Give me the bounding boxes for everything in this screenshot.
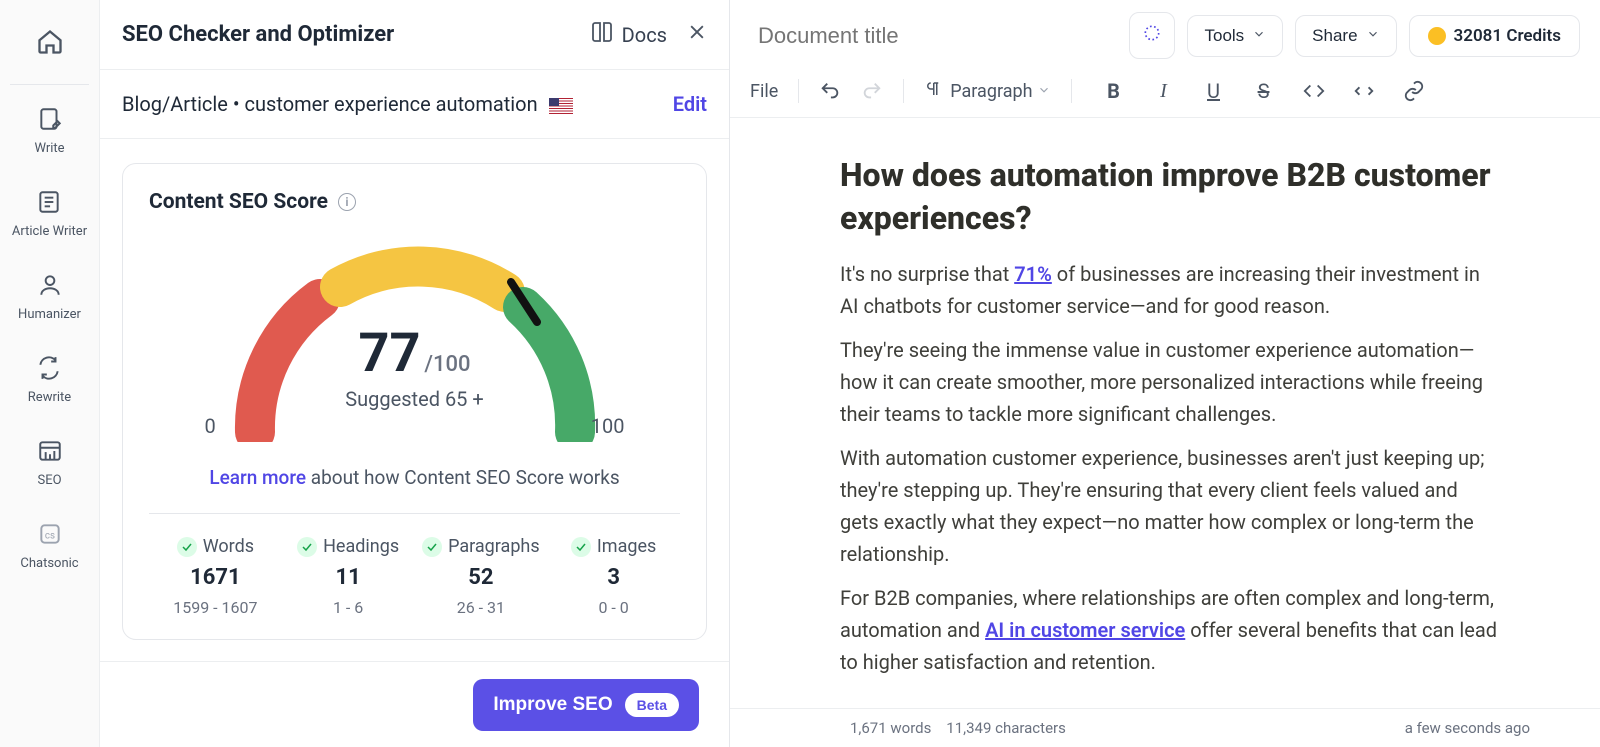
- sidebar-item-write[interactable]: Write: [34, 103, 66, 156]
- undo-button[interactable]: [819, 80, 841, 102]
- sidebar-divider: [10, 84, 89, 85]
- seo-panel: SEO Checker and Optimizer Docs Blog/Arti…: [100, 0, 730, 747]
- strike-button[interactable]: S: [1252, 79, 1276, 103]
- score-value: 77: [358, 322, 420, 385]
- write-icon: [34, 103, 66, 135]
- chatsonic-icon: cs: [34, 518, 66, 550]
- chevron-down-icon: [1037, 81, 1051, 102]
- stat-words: Words 1671 1599 - 1607: [149, 536, 282, 617]
- home-button[interactable]: [28, 20, 72, 64]
- credits-icon: [1428, 27, 1446, 45]
- link-71-percent[interactable]: 71%: [1014, 262, 1052, 286]
- sidebar-item-label: Write: [34, 141, 64, 156]
- seo-scroll[interactable]: Content SEO Score i 77 /100 Sugg: [100, 139, 729, 747]
- share-button[interactable]: Share: [1295, 15, 1396, 57]
- editor-header: Tools Share 32081 Credits: [730, 0, 1600, 71]
- codeblock-button[interactable]: [1352, 79, 1376, 103]
- close-icon[interactable]: [687, 22, 707, 48]
- code-button[interactable]: [1302, 79, 1326, 103]
- chevron-down-icon: [1366, 26, 1380, 46]
- check-icon: [422, 537, 442, 557]
- improve-bar: Improve SEO Beta: [100, 661, 729, 747]
- sidebar-item-label: Humanizer: [18, 307, 81, 322]
- link-ai-customer-service[interactable]: AI in customer service: [985, 618, 1185, 642]
- refresh-icon: [1142, 23, 1162, 48]
- doc-paragraph: They're seeing the immense value in cust…: [840, 334, 1500, 430]
- beta-badge: Beta: [625, 693, 679, 717]
- paragraph-icon: [924, 80, 942, 103]
- check-icon: [177, 537, 197, 557]
- doc-paragraph: With automation customer experience, bus…: [840, 442, 1500, 570]
- improve-seo-button[interactable]: Improve SEO Beta: [473, 679, 699, 731]
- char-count: 11,349 characters: [946, 719, 1066, 737]
- stat-headings: Headings 11 1 - 6: [282, 536, 415, 617]
- toolbar-divider: [798, 79, 799, 103]
- check-icon: [297, 537, 317, 557]
- learn-more-link[interactable]: Learn more: [209, 466, 306, 489]
- rewrite-icon: [33, 352, 65, 384]
- gauge-labels: 0 100: [205, 414, 625, 438]
- toolbar-divider: [1071, 79, 1072, 103]
- doc-paragraph: For B2B companies, where relationships a…: [840, 582, 1500, 678]
- editor-footer: 1,671 words 11,349 characters a few seco…: [730, 708, 1600, 747]
- flag-us-icon: [549, 98, 573, 114]
- book-icon: [590, 20, 614, 49]
- sidebar-item-rewrite[interactable]: Rewrite: [28, 352, 71, 405]
- score-suggested: Suggested 65 +: [345, 387, 483, 411]
- sidebar: Write Article Writer Humanizer Rewrite S…: [0, 0, 100, 747]
- block-type-select[interactable]: Paragraph: [924, 80, 1050, 103]
- doc-paragraph: It's no surprise that 71% of businesses …: [840, 258, 1500, 322]
- svg-text:cs: cs: [44, 530, 54, 541]
- stat-images: Images 3 0 - 0: [547, 536, 680, 617]
- sidebar-item-humanizer[interactable]: Humanizer: [18, 269, 81, 322]
- learn-more-line: Learn more about how Content SEO Score w…: [149, 466, 680, 489]
- editor-toolbar: File Paragraph B I U S: [730, 71, 1600, 118]
- document-title-input[interactable]: [750, 17, 1117, 55]
- gauge-center: 77 /100 Suggested 65 +: [345, 322, 483, 411]
- score-out-of: /100: [424, 352, 470, 377]
- stats-row: Words 1671 1599 - 1607 Headings 11 1 - 6…: [149, 513, 680, 639]
- editor-body[interactable]: How does automation improve B2B customer…: [730, 118, 1600, 708]
- file-menu[interactable]: File: [750, 81, 778, 102]
- edit-link[interactable]: Edit: [673, 92, 707, 116]
- humanizer-icon: [34, 269, 66, 301]
- underline-button[interactable]: U: [1202, 79, 1226, 103]
- context-bar: Blog/Article • customer experience autom…: [100, 70, 729, 139]
- gauge: 77 /100 Suggested 65 + 0 100: [149, 232, 680, 442]
- sidebar-item-label: SEO: [37, 473, 61, 488]
- redo-button[interactable]: [861, 80, 883, 102]
- docs-button[interactable]: Docs: [590, 20, 667, 49]
- article-icon: [33, 186, 65, 218]
- save-time: a few seconds ago: [1405, 719, 1530, 737]
- sidebar-item-chatsonic[interactable]: cs Chatsonic: [20, 518, 78, 571]
- seo-title: SEO Checker and Optimizer: [122, 22, 394, 47]
- word-count: 1,671 words: [850, 719, 931, 737]
- sidebar-item-label: Chatsonic: [20, 556, 78, 571]
- context-text: Blog/Article • customer experience autom…: [122, 92, 573, 116]
- score-card-title: Content SEO Score i: [149, 190, 680, 214]
- chevron-down-icon: [1252, 26, 1266, 46]
- sidebar-item-seo[interactable]: SEO: [34, 435, 66, 488]
- italic-button[interactable]: I: [1152, 79, 1176, 103]
- sidebar-item-label: Rewrite: [28, 390, 71, 405]
- toolbar-divider: [903, 79, 904, 103]
- doc-heading: How does automation improve B2B customer…: [840, 154, 1500, 240]
- sidebar-item-label: Article Writer: [12, 224, 87, 239]
- stat-paragraphs: Paragraphs 52 26 - 31: [415, 536, 548, 617]
- link-button[interactable]: [1402, 79, 1426, 103]
- seo-icon: [34, 435, 66, 467]
- tools-button[interactable]: Tools: [1187, 15, 1283, 57]
- score-card: Content SEO Score i 77 /100 Sugg: [122, 163, 707, 640]
- editor-panel: Tools Share 32081 Credits File Paragraph…: [730, 0, 1600, 747]
- check-icon: [571, 537, 591, 557]
- seo-header: SEO Checker and Optimizer Docs: [100, 0, 729, 70]
- info-icon[interactable]: i: [338, 193, 356, 211]
- gauge-min: 0: [205, 414, 216, 438]
- gauge-max: 100: [591, 414, 625, 438]
- sidebar-item-article-writer[interactable]: Article Writer: [12, 186, 87, 239]
- credits-badge[interactable]: 32081 Credits: [1409, 15, 1580, 57]
- refresh-button[interactable]: [1129, 12, 1175, 59]
- bold-button[interactable]: B: [1102, 79, 1126, 103]
- docs-label: Docs: [622, 23, 667, 47]
